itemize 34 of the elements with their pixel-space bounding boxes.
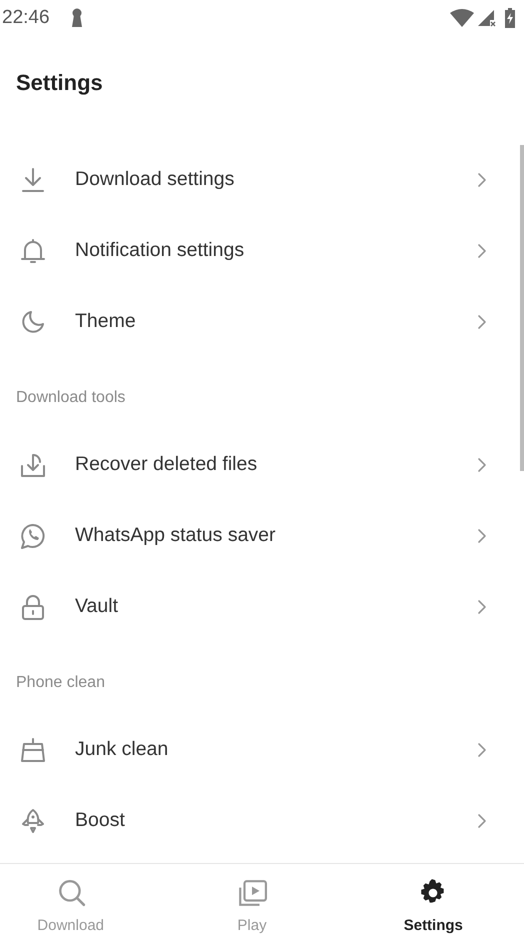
- tray-download-icon: [20, 452, 46, 478]
- settings-item[interactable]: Recover deleted files: [0, 429, 524, 500]
- lock-icon: [20, 594, 46, 620]
- moon-icon: [20, 308, 46, 334]
- play-icon: [236, 878, 267, 908]
- wifi-icon: [450, 9, 474, 27]
- chat-phone-icon: [20, 522, 46, 548]
- download-icon: [20, 166, 46, 192]
- settings-item[interactable]: Junk clean: [0, 714, 524, 785]
- settings-item[interactable]: Download settings: [0, 144, 524, 215]
- page-title: Settings: [15, 69, 104, 97]
- chevron-right-icon: [476, 172, 488, 188]
- settings-item[interactable]: Boost: [0, 785, 524, 856]
- chevron-right-icon: [476, 812, 488, 828]
- settings-item[interactable]: Theme: [0, 286, 524, 357]
- chevron-right-icon: [476, 314, 488, 330]
- section-header: Download tools: [16, 389, 126, 407]
- chevron-right-icon: [476, 742, 488, 758]
- settings-item[interactable]: Notification settings: [0, 215, 524, 286]
- nav-tab[interactable]: Settings: [342, 864, 524, 945]
- settings-item[interactable]: Vault: [0, 571, 524, 642]
- basket-icon: [20, 736, 46, 762]
- chevron-right-icon: [476, 528, 488, 544]
- keyhole-icon: [70, 8, 84, 28]
- settings-item[interactable]: WhatsApp status saver: [0, 500, 524, 571]
- status-time: 22:46: [2, 7, 50, 29]
- signal-icon: [478, 9, 496, 27]
- bell-icon: [20, 238, 46, 264]
- chevron-right-icon: [476, 242, 488, 258]
- rocket-icon: [20, 808, 46, 834]
- chevron-right-icon: [476, 456, 488, 472]
- section-header: Phone clean: [16, 674, 105, 692]
- battery-icon: [504, 8, 516, 28]
- chevron-right-icon: [476, 598, 488, 614]
